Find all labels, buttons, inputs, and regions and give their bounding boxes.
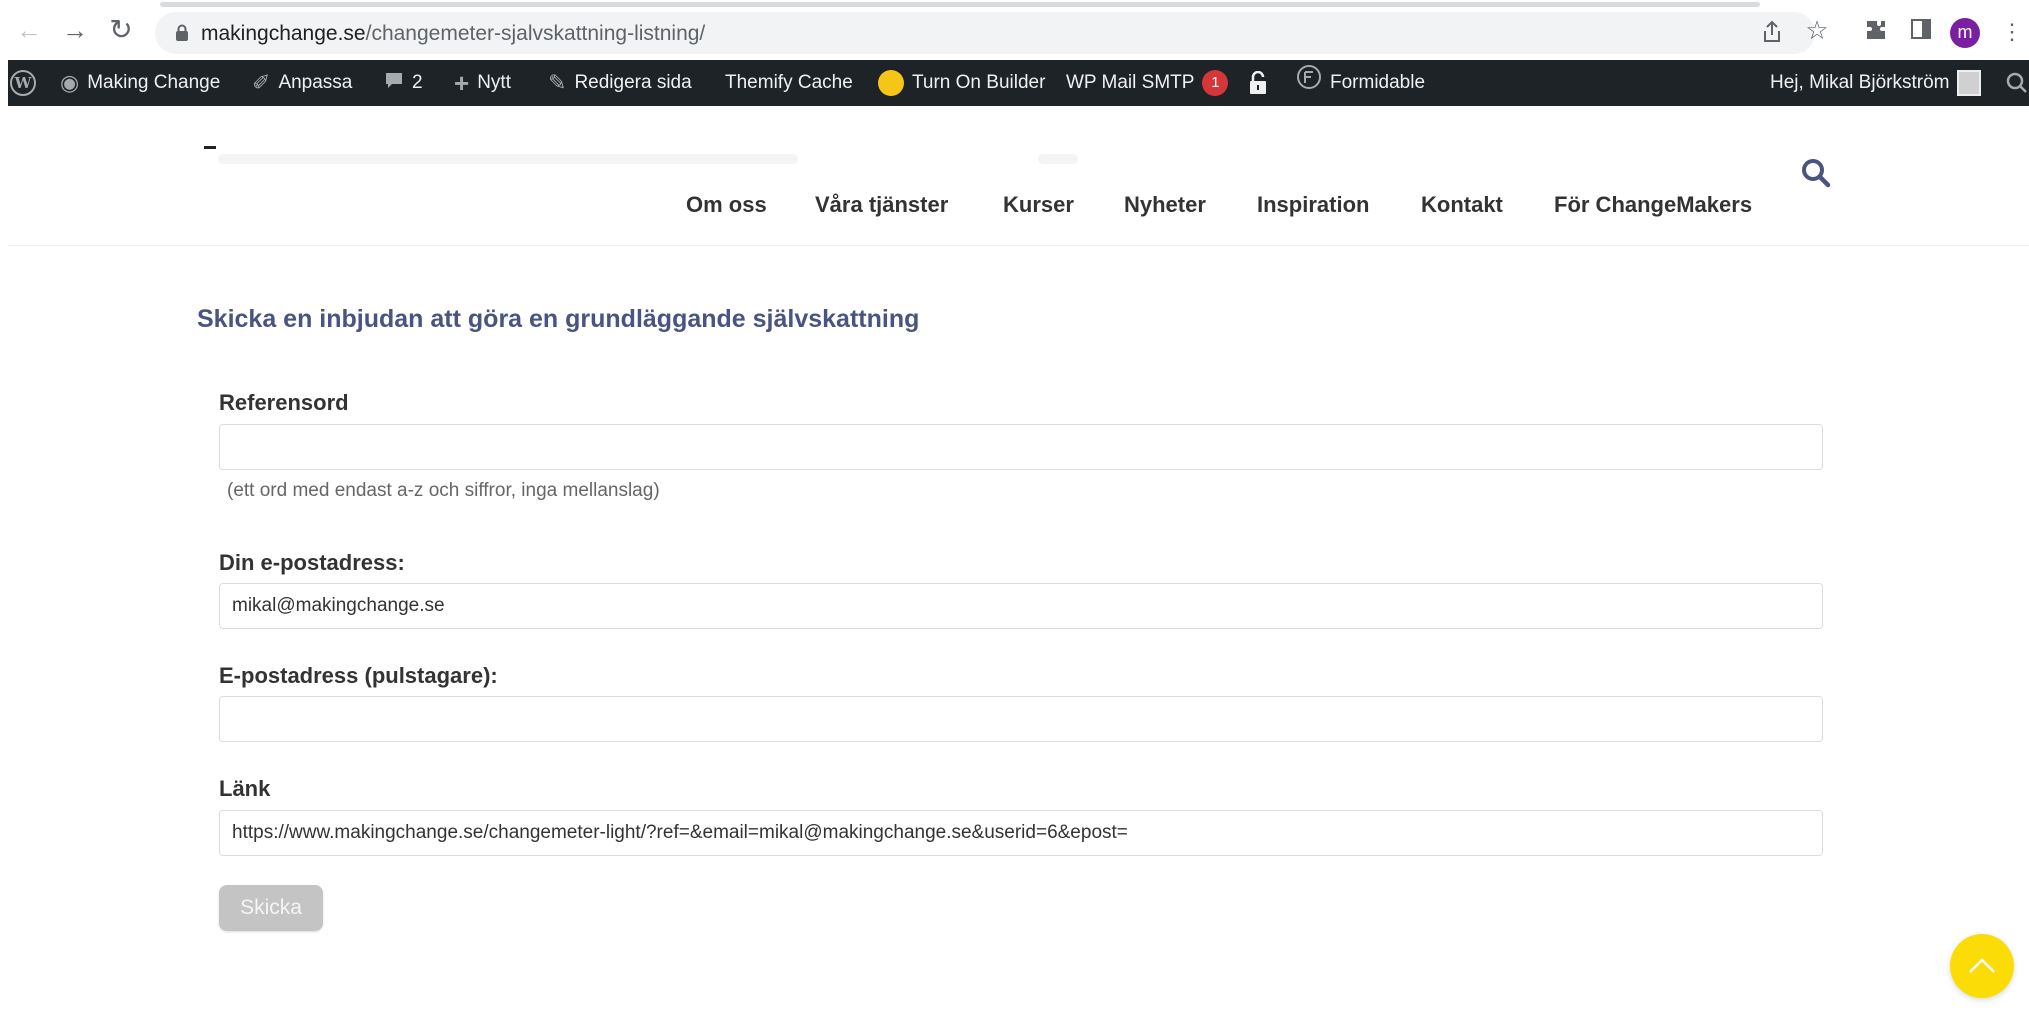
adminbar-search[interactable] (2006, 60, 2028, 106)
nav-item-om-oss[interactable]: Om oss (686, 192, 767, 218)
forward-icon[interactable]: → (60, 15, 90, 45)
adminbar-customize[interactable]: ✐ Anpassa (252, 60, 352, 106)
adminbar-site-name[interactable]: ◉ Making Change (60, 60, 220, 106)
nav-item-nyheter[interactable]: Nyheter (1124, 192, 1206, 218)
url-text: makingchange.se/changemeter-sjalvskattni… (201, 22, 705, 46)
wordpress-logo-icon[interactable]: W (10, 70, 36, 96)
reload-icon[interactable]: ↻ (106, 15, 136, 45)
back-icon[interactable]: ← (14, 15, 44, 45)
plus-icon: + (454, 68, 470, 98)
builder-face-icon (878, 69, 904, 96)
nav-item-kontakt[interactable]: Kontakt (1421, 192, 1503, 218)
search-icon (2006, 72, 2027, 93)
adminbar-formidable[interactable]: Formidable (1296, 60, 1425, 106)
adminbar-my-account[interactable]: Hej, Mikal Björkström (1770, 60, 1982, 106)
url-domain: makingchange.se (201, 22, 366, 45)
wp-admin-bar: W ◉ Making Change ✐ Anpassa 2 + Nytt ✎ Redig… (8, 60, 2029, 106)
adminbar-turn-on-builder-label: Turn On Builder (912, 72, 1046, 93)
adminbar-themify-cache[interactable]: Themify Cache (725, 60, 853, 106)
page-title: Skicka en inbjudan att göra en grundlägg… (197, 305, 920, 333)
link-field[interactable]: https://www.makingchange.se/changemeter-… (219, 810, 1823, 856)
address-bar[interactable]: makingchange.se/changemeter-sjalvskattni… (155, 12, 1815, 54)
brush-icon: ✐ (252, 70, 271, 95)
comment-icon (384, 60, 404, 106)
lock-icon (176, 24, 188, 41)
adminbar-comments[interactable]: 2 (384, 60, 423, 106)
chevron-up-icon (1969, 958, 1995, 973)
site-search-icon[interactable] (1801, 158, 1831, 188)
nav-item-vara-tjanster[interactable]: Våra tjänster (815, 192, 948, 218)
tagline-placeholder (218, 154, 798, 164)
browser-toolbar: ← → ↻ makingchange.se/changemeter-sjalvs… (0, 0, 2029, 60)
recipient-email-field[interactable] (219, 696, 1823, 742)
referensord-label: Referensord (219, 390, 349, 415)
recipient-email-label: E-postadress (pulstagare): (219, 663, 498, 688)
pencil-icon: ✎ (548, 70, 567, 95)
adminbar-formidable-label: Formidable (1330, 72, 1426, 94)
nav-item-for-changemakers[interactable]: För ChangeMakers (1554, 192, 1752, 218)
nav-item-inspiration[interactable]: Inspiration (1257, 192, 1369, 218)
submit-button[interactable]: Skicka (219, 885, 323, 931)
notification-badge: 1 (1202, 69, 1229, 96)
nav-item-kurser[interactable]: Kurser (1003, 192, 1074, 218)
scroll-to-top-button[interactable] (1950, 934, 2014, 998)
adminbar-edit-page[interactable]: ✎ Redigera sida (548, 60, 692, 106)
adminbar-lock[interactable] (1248, 60, 1268, 106)
adminbar-customize-label: Anpassa (278, 72, 353, 94)
tagline-placeholder-secondary (1038, 154, 1078, 164)
adminbar-new-label: Nytt (477, 72, 511, 94)
adminbar-wp-mail-smtp[interactable]: WP Mail SMTP 1 (1066, 60, 1229, 106)
email-field[interactable]: mikal@makingchange.se (219, 583, 1823, 629)
profile-avatar[interactable]: m (1950, 18, 1980, 48)
avatar (1957, 69, 1982, 96)
site-logo[interactable] (204, 146, 216, 149)
adminbar-greeting: Hej, Mikal Björkström (1770, 72, 1950, 93)
site-header: Om oss Våra tjänster Kurser Nyheter Insp… (8, 106, 2029, 246)
tab-strip-indicator (160, 2, 1760, 7)
referensord-input[interactable] (219, 424, 1823, 470)
padlock-icon (1250, 70, 1266, 94)
referensord-help-text: (ett ord med endast a-z och siffror, ing… (227, 480, 660, 501)
url-path: /changemeter-sjalvskattning-listning/ (365, 22, 706, 45)
adminbar-wp-mail-smtp-label: WP Mail SMTP (1066, 72, 1195, 93)
adminbar-turn-on-builder[interactable]: Turn On Builder (878, 60, 1045, 106)
extensions-icon[interactable] (1862, 18, 1890, 46)
adminbar-edit-page-label: Redigera sida (574, 72, 692, 94)
side-panel-icon[interactable] (1907, 18, 1935, 46)
dashboard-icon: ◉ (60, 70, 80, 95)
adminbar-comments-count: 2 (412, 72, 423, 94)
email-label: Din e-postadress: (219, 550, 405, 575)
formidable-icon (1296, 60, 1322, 106)
bookmark-star-icon[interactable]: ☆ (1805, 17, 1829, 43)
adminbar-site-name-label: Making Change (87, 72, 221, 94)
adminbar-new[interactable]: + Nytt (454, 60, 511, 106)
link-label: Länk (219, 776, 271, 801)
menu-dots-icon[interactable]: ⋮ (1998, 18, 2026, 46)
share-icon[interactable] (1760, 20, 1784, 44)
